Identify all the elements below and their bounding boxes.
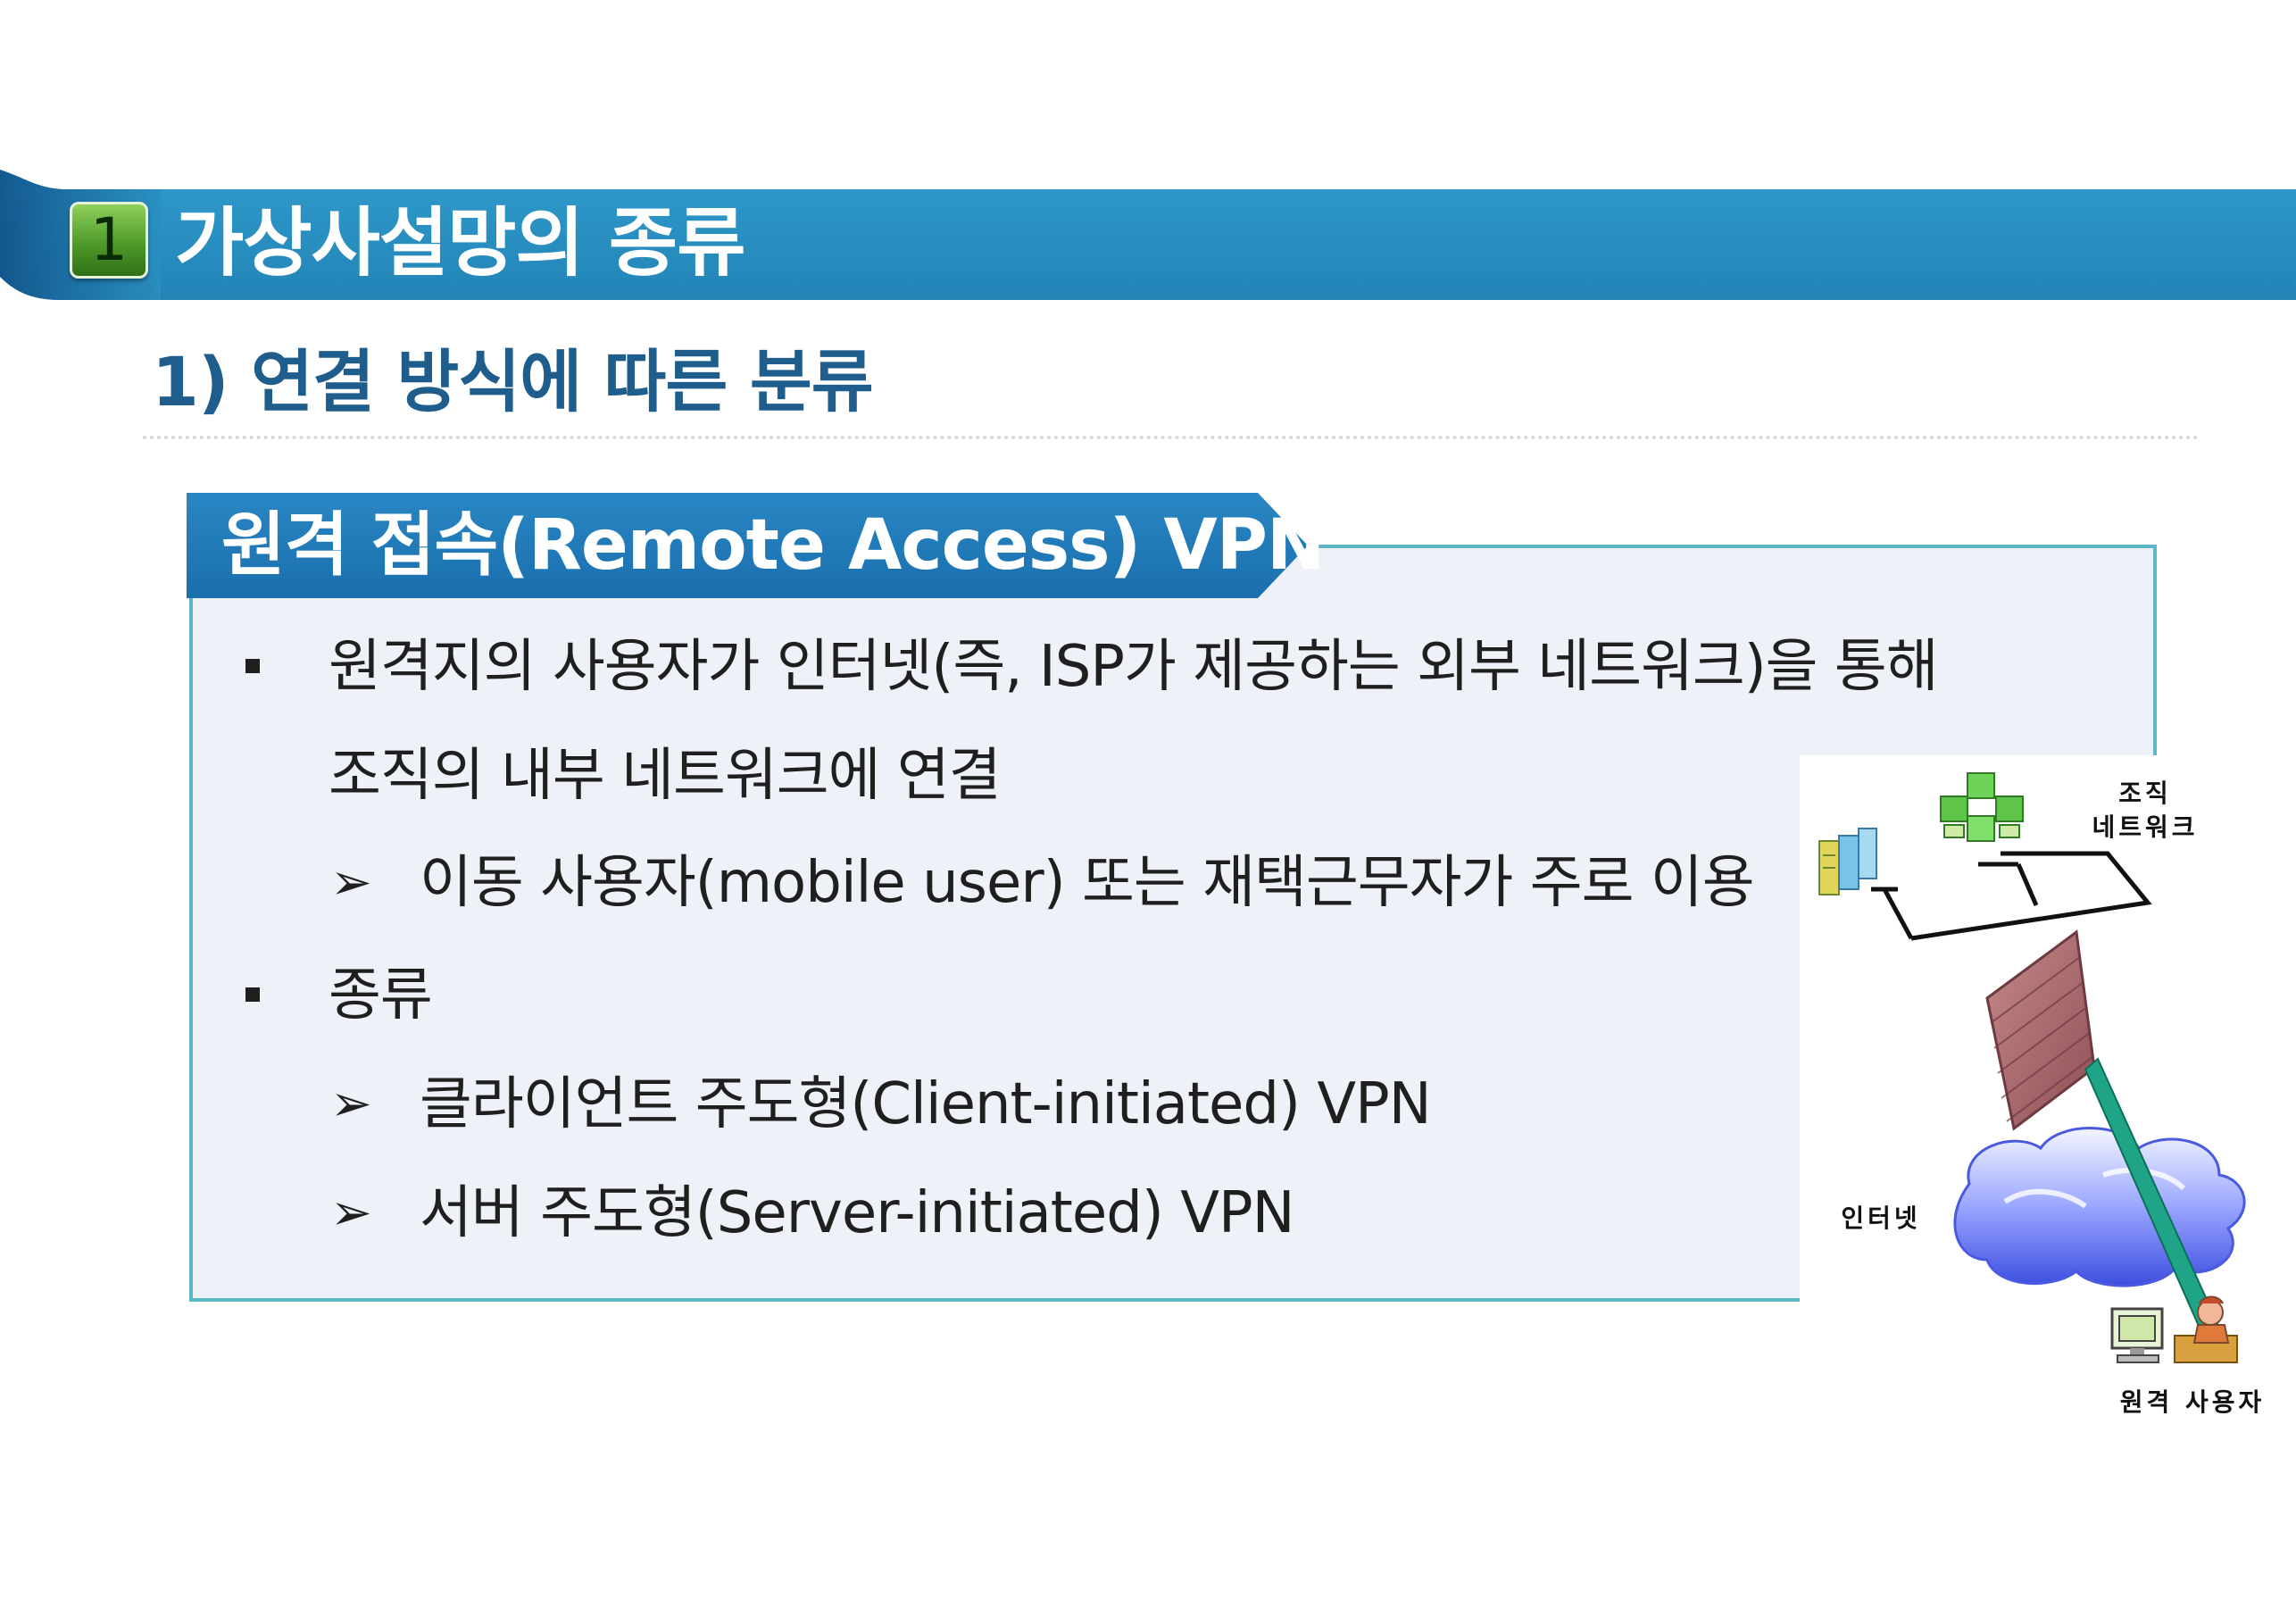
square-bullet-icon <box>245 987 260 1002</box>
arrow-bullet-icon: ➢ <box>330 1184 372 1242</box>
remote-user-icon <box>2110 1295 2238 1363</box>
remote-user-label: 원격 사용자 <box>2119 1387 2266 1417</box>
content-tab-title: 원격 접속(Remote Access) VPN <box>221 505 1325 586</box>
section-divider <box>143 436 2200 439</box>
network-wiring <box>1871 851 2152 941</box>
bullet1-line2: 조직의 내부 네트워크에 연결 <box>329 743 1002 809</box>
sub-item-mobile-user: 이동 사용자(mobile user) 또는 재택근무자가 주로 이용 <box>420 850 1755 916</box>
org-network-label-line2: 네트워크 <box>2092 812 2199 842</box>
server-cluster-icon <box>1940 772 2024 842</box>
square-bullet-icon <box>245 659 260 673</box>
network-diagram-graphic <box>1818 772 2246 1363</box>
firewall-icon <box>1985 929 2096 1131</box>
internet-label: 인터넷 <box>1841 1203 1921 1233</box>
page-title: 가상사설망의 종류 <box>175 199 745 287</box>
bullet1-line1: 원격지의 사용자가 인터넷(즉, ISP가 제공하는 외부 네트워크)을 통해 <box>329 634 1939 700</box>
server-icon <box>1818 828 1877 895</box>
arrow-bullet-icon: ➢ <box>330 854 372 912</box>
chapter-number-badge: 1 <box>70 202 148 279</box>
section-title: 1) 연결 방식에 따른 분류 <box>152 342 874 421</box>
sub-item-client-initiated: 클라이언트 주도형(Client-initiated) VPN <box>420 1071 1432 1137</box>
sub-item-server-initiated: 서버 주도형(Server-initiated) VPN <box>420 1180 1294 1246</box>
remote-access-diagram: 조직 네트워크 인터넷 원격 사용자 <box>1800 755 2296 1434</box>
arrow-bullet-icon: ➢ <box>330 1075 372 1133</box>
bullet2-types: 종류 <box>329 962 433 1029</box>
internet-cloud-icon <box>1953 1127 2246 1287</box>
org-network-label-line1: 조직 <box>2118 779 2172 808</box>
